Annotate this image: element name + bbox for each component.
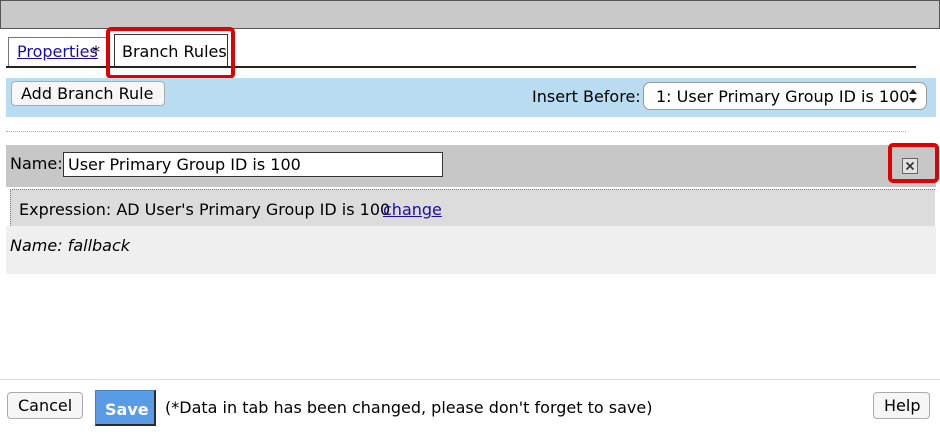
toolbar: Add Branch Rule Insert Before: 1: User P… — [6, 78, 936, 117]
insert-before-select[interactable]: 1: User Primary Group ID is 100 — [643, 82, 927, 110]
rule-name-label: Name: — [10, 154, 63, 173]
rule-name-input[interactable] — [63, 152, 443, 177]
add-branch-rule-button[interactable]: Add Branch Rule — [11, 81, 165, 106]
expression-text: Expression: AD User's Primary Group ID i… — [19, 200, 391, 219]
branch-rule-header: Name: — [6, 145, 936, 187]
modified-marker: * — [92, 42, 100, 61]
insert-before-label: Insert Before: — [532, 87, 641, 106]
save-label: Save — [105, 400, 149, 419]
highlight-box-tab — [106, 27, 235, 79]
tab-properties[interactable]: Properties * — [8, 37, 108, 67]
highlight-box-delete — [888, 143, 939, 183]
help-label: Help — [884, 396, 921, 415]
title-bar — [0, 0, 940, 29]
fallback-name: Name: fallback — [10, 236, 131, 255]
expression-row: Expression: AD User's Primary Group ID i… — [10, 189, 935, 226]
footer-divider — [0, 379, 940, 380]
dotted-separator — [6, 131, 906, 132]
insert-before-value: 1: User Primary Group ID is 100 — [656, 87, 910, 106]
tab-properties-link[interactable]: Properties — [17, 42, 98, 61]
fallback-rule: Name: fallback — [6, 226, 936, 274]
add-branch-rule-label: Add Branch Rule — [21, 84, 154, 103]
cancel-label: Cancel — [18, 396, 73, 415]
help-button[interactable]: Help — [873, 392, 930, 419]
save-reminder-text: (*Data in tab has been changed, please d… — [165, 398, 653, 417]
save-button[interactable]: Save — [95, 390, 156, 426]
change-expression-link[interactable]: change — [383, 200, 442, 219]
cancel-button[interactable]: Cancel — [7, 392, 83, 419]
select-arrows-icon — [909, 89, 917, 103]
